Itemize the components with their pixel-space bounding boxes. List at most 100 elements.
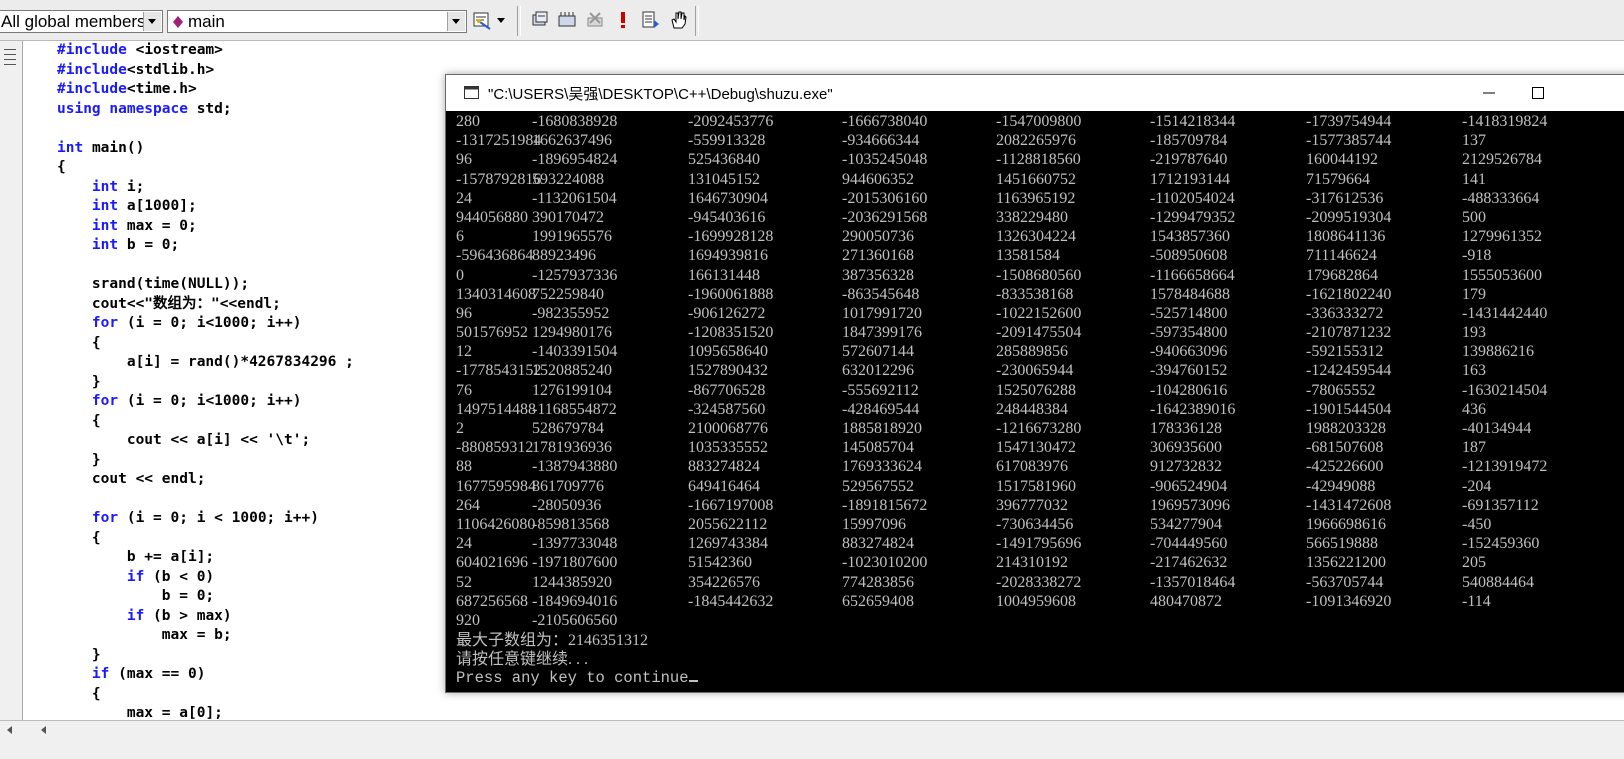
- console-value: 1269743384: [688, 535, 768, 553]
- dropdown-arrow-icon[interactable]: [495, 10, 507, 30]
- console-row: -1578792816 593224088 131045152 944606352 14…: [456, 171, 1624, 190]
- console-title: "C:\USERS\吴强\DESKTOP\C++\Debug\shuzu.exe…: [488, 86, 833, 103]
- console-value: -1621802240: [1306, 285, 1392, 303]
- console-value: -42949088: [1306, 477, 1376, 495]
- console-value: 1276199104: [532, 381, 612, 399]
- console-titlebar[interactable]: "C:\USERS\吴强\DESKTOP\C++\Debug\shuzu.exe…: [446, 75, 1624, 111]
- console-value: -1022152600: [996, 304, 1082, 322]
- console-value: -1418319824: [1462, 113, 1548, 130]
- console-value: -880859312: [456, 439, 534, 457]
- console-value: -1102054024: [1150, 189, 1235, 207]
- code-line: {: [57, 685, 101, 702]
- console-value: -1357018464: [1150, 573, 1236, 591]
- console-value: -833538168: [996, 285, 1074, 303]
- console-row: 76 1276199104 -867706528 -555692112 15250762…: [456, 382, 1624, 401]
- code-line: if (max == 0): [91, 666, 206, 682]
- console-value: 187: [1462, 439, 1486, 457]
- console-value: -559913328: [688, 132, 766, 150]
- console-window[interactable]: "C:\USERS\吴强\DESKTOP\C++\Debug\shuzu.exe…: [445, 74, 1624, 693]
- console-value: 178336128: [1150, 420, 1222, 437]
- code-line: #include<stdlib.h>: [57, 61, 215, 78]
- chevron-down-icon[interactable]: [143, 12, 161, 31]
- scroll-left-arrow-icon[interactable]: [2, 723, 18, 737]
- wizard-icon[interactable]: [472, 10, 492, 30]
- console-value: -906126272: [688, 304, 766, 322]
- console-value: 1244385920: [532, 573, 612, 591]
- console-value: -2105606560: [532, 611, 618, 629]
- compile-icon[interactable]: [530, 10, 550, 30]
- console-app-icon: [464, 86, 479, 99]
- console-value: 912732832: [1150, 458, 1222, 476]
- console-value: 652659408: [842, 592, 914, 610]
- console-value: 883274824: [688, 458, 760, 476]
- breakpoint-hand-icon[interactable]: [668, 10, 688, 30]
- console-value: 12: [456, 343, 472, 361]
- console-row: 88 -1387943880 883274824 1769333624 61708397…: [456, 458, 1624, 477]
- console-value: -691357112: [1462, 496, 1539, 514]
- text-cursor: [688, 680, 698, 683]
- console-value: 290050736: [842, 228, 914, 246]
- console-value: -2099519304: [1306, 208, 1392, 226]
- console-value: 687256568: [456, 592, 528, 610]
- console-value: 1517581960: [996, 477, 1076, 495]
- console-value: 632012296: [842, 362, 914, 380]
- function-combo[interactable]: main: [167, 10, 467, 33]
- console-value: 604021696: [456, 554, 528, 572]
- build-icon[interactable]: [557, 10, 577, 30]
- console-value: -217462632: [1150, 554, 1228, 572]
- console-value: -1317251984: [456, 132, 542, 150]
- console-value: -28050936: [532, 496, 602, 514]
- toolbar-separator: [517, 6, 521, 36]
- console-value: 1356221200: [1306, 554, 1386, 572]
- horizontal-scrollbar[interactable]: [0, 720, 1624, 759]
- code-line: {: [57, 159, 66, 175]
- console-value: -1257937336: [532, 266, 618, 284]
- console-result-line: 最大子数组为：2146351312: [456, 631, 1624, 650]
- console-value: -1901544504: [1306, 400, 1392, 418]
- console-value: 1497514488: [456, 400, 536, 418]
- console-value: 1578484688: [1150, 285, 1230, 303]
- console-value: 1106426080: [456, 515, 536, 533]
- console-value: -592155312: [1306, 343, 1384, 361]
- console-value: 1451660752: [996, 170, 1076, 188]
- chevron-down-icon[interactable]: [447, 12, 465, 31]
- console-value: 920: [456, 611, 480, 629]
- go-icon[interactable]: [640, 10, 660, 30]
- scroll-left-arrow-icon[interactable]: [36, 723, 52, 737]
- minimize-icon[interactable]: [1482, 87, 1496, 99]
- console-value: 883274824: [842, 535, 914, 553]
- diamond-icon: [173, 16, 183, 28]
- console-value: 15997096: [842, 515, 906, 533]
- console-pause-line-text: 请按任意键继续. . .: [456, 651, 589, 669]
- console-value: 1646730904: [688, 189, 768, 207]
- console-value: -2091475504: [996, 324, 1082, 342]
- console-value: 396777032: [996, 496, 1068, 514]
- console-value: 649416464: [688, 477, 760, 495]
- members-filter-combo[interactable]: All global members: [0, 10, 163, 33]
- console-value: 271360168: [842, 247, 914, 265]
- console-result-line-text: 最大子数组为：2146351312: [456, 632, 649, 650]
- console-value: 861709776: [532, 477, 604, 495]
- source-code: #include <iostream> #include<stdlib.h> #in…: [57, 41, 354, 724]
- console-value: 566519888: [1306, 535, 1378, 553]
- code-line: #include <iostream>: [57, 42, 223, 58]
- execute-icon[interactable]: [613, 10, 633, 30]
- console-value: 131045152: [688, 170, 760, 188]
- console-value: -425226600: [1306, 458, 1384, 476]
- code-line: for (i = 0; i<1000; i++): [91, 315, 302, 331]
- console-value: -1431442440: [1462, 304, 1548, 322]
- code-line: int main(): [57, 139, 145, 156]
- stop-build-icon[interactable]: [585, 10, 605, 30]
- console-value: -1666738040: [842, 113, 928, 130]
- console-row: 264 -28050936 -1667197008 -1891815672 396777…: [456, 497, 1624, 516]
- console-value: -1166658664: [1150, 266, 1235, 284]
- console-value: 1547130472: [996, 439, 1076, 457]
- console-value: 1095658640: [688, 343, 768, 361]
- console-value: -1514218344: [1150, 113, 1236, 130]
- console-value: 96: [456, 304, 472, 322]
- console-value: -1208351520: [688, 324, 774, 342]
- console-value: 166131448: [688, 266, 760, 284]
- members-filter-value: All global members: [1, 12, 146, 31]
- maximize-icon[interactable]: [1531, 86, 1545, 100]
